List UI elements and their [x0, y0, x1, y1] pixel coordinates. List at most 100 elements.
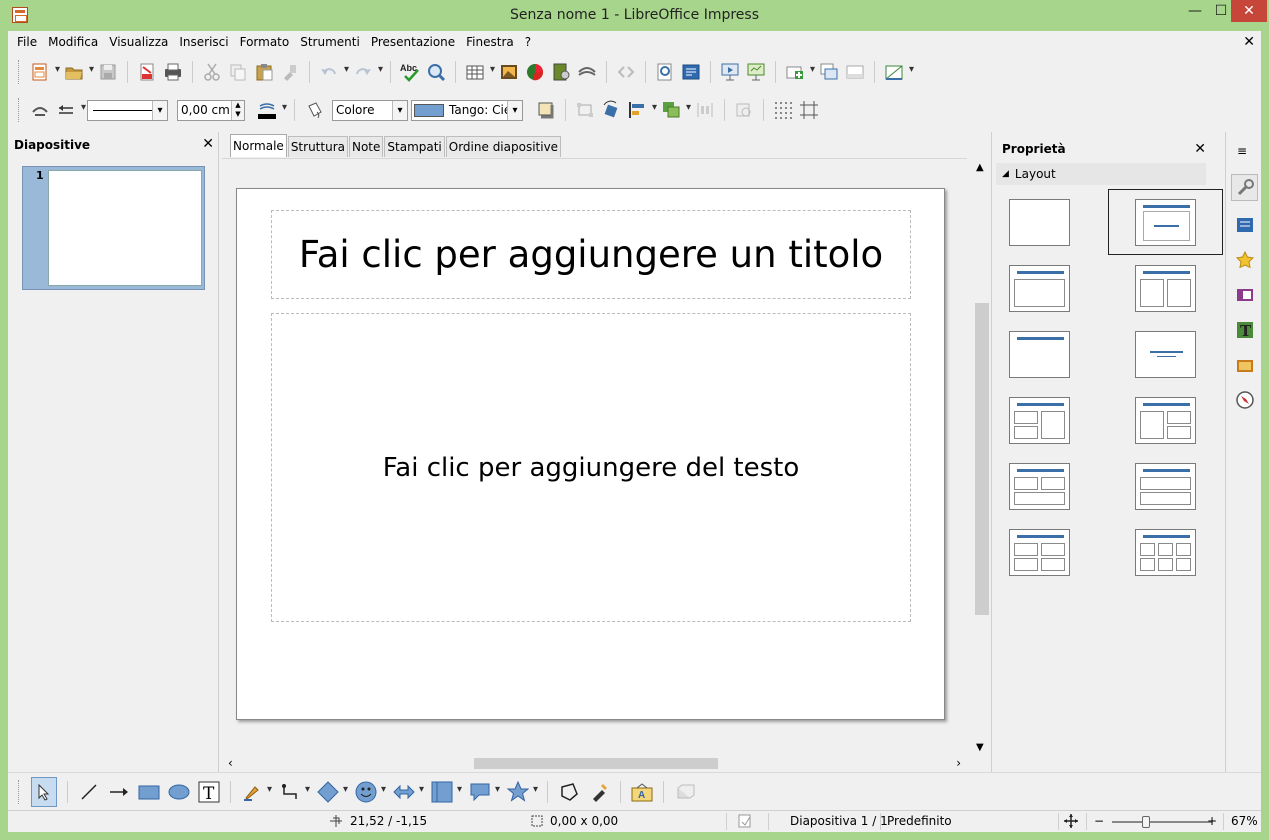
object-visible-icon[interactable] [733, 99, 755, 121]
close-sidebar-button[interactable]: ✕ [1194, 141, 1206, 157]
extrusion-icon[interactable] [674, 781, 696, 803]
tab-stampati[interactable]: Stampati [384, 136, 445, 157]
menu-visualizza[interactable]: Visualizza [109, 35, 168, 49]
presentation-icon[interactable] [680, 61, 702, 83]
properties-icon[interactable] [1231, 174, 1258, 201]
slide-layout-icon[interactable] [844, 61, 866, 83]
gallery-icon[interactable] [1231, 351, 1258, 378]
fontwork-icon[interactable] [576, 61, 598, 83]
toolbar-grip[interactable] [18, 60, 21, 84]
scroll-left-icon[interactable]: ‹ [228, 756, 233, 770]
new-slide-icon[interactable] [784, 61, 815, 83]
custom-animation-icon[interactable] [1231, 246, 1258, 273]
export-pdf-icon[interactable] [136, 61, 158, 83]
tab-note[interactable]: Note [348, 136, 384, 157]
new-icon[interactable] [29, 61, 60, 83]
layout-title-4-content[interactable] [982, 519, 1097, 585]
smiley-icon[interactable] [355, 781, 386, 803]
chart-icon[interactable] [524, 61, 546, 83]
display-grid-icon[interactable] [772, 99, 794, 121]
rectangle-icon[interactable] [138, 781, 160, 803]
zoom-percent[interactable]: 67% [1231, 814, 1258, 828]
image-icon[interactable] [498, 61, 520, 83]
helplines-icon[interactable] [798, 99, 820, 121]
distribute-icon[interactable] [694, 99, 716, 121]
area-color-select[interactable]: Tango: Cie ▾ [411, 99, 523, 121]
line-icon[interactable] [78, 781, 100, 803]
block-arrows-icon[interactable] [393, 781, 424, 803]
scroll-down-icon[interactable]: ▼ [976, 742, 984, 753]
ellipse-icon[interactable] [168, 781, 190, 803]
area-style-select[interactable]: Colore ▾ [332, 99, 408, 121]
sidebar-menu-icon[interactable]: ≡ [1237, 144, 1247, 158]
pen-icon[interactable] [241, 781, 272, 803]
star-icon[interactable] [507, 780, 538, 803]
display-icon[interactable] [745, 61, 767, 83]
layout-title-content[interactable] [982, 255, 1097, 321]
toolbar-grip[interactable] [18, 98, 21, 122]
callout-icon[interactable] [469, 781, 500, 803]
duplicate-slide-icon[interactable] [818, 61, 840, 83]
scroll-right-icon[interactable]: › [956, 756, 961, 770]
spin-arrows-icon[interactable]: ▲ ▼ [231, 100, 244, 120]
master-slides-icon[interactable] [1231, 281, 1258, 308]
zoom-slider-handle[interactable] [1142, 816, 1150, 828]
find-icon[interactable] [654, 61, 676, 83]
layout-section-header[interactable]: ◢ Layout [996, 163, 1206, 185]
menu-help[interactable]: ? [525, 35, 531, 49]
flowchart-icon[interactable] [431, 781, 462, 803]
line-style-select[interactable]: ▾ [87, 99, 168, 121]
horizontal-scroll-thumb[interactable] [474, 758, 718, 769]
menu-formato[interactable]: Formato [240, 35, 290, 49]
arrow-line-icon[interactable] [108, 781, 130, 803]
title-placeholder[interactable]: Fai clic per aggiungere un titolo [271, 210, 911, 299]
fontwork-gallery-icon[interactable]: A [631, 781, 653, 803]
toolbar-grip[interactable] [18, 779, 21, 804]
cut-icon[interactable] [201, 61, 223, 83]
menu-file[interactable]: File [17, 35, 37, 49]
scroll-up-icon[interactable]: ▲ [976, 162, 984, 173]
document-modified-icon[interactable] [738, 814, 752, 828]
tab-struttura[interactable]: Struttura [287, 136, 348, 157]
redo-icon[interactable] [352, 61, 383, 83]
tab-ordine-diapositive[interactable]: Ordine diapositive [445, 136, 562, 157]
undo-icon[interactable] [318, 61, 349, 83]
start-slideshow-icon[interactable] [719, 61, 741, 83]
area-fill-icon[interactable] [303, 99, 325, 121]
table-icon[interactable] [464, 61, 495, 83]
layout-title-6-content[interactable] [1108, 519, 1223, 585]
zoom-slider-track[interactable] [1112, 821, 1212, 823]
slide-transition-icon[interactable] [1231, 211, 1258, 238]
close-slides-pane-button[interactable]: ✕ [202, 136, 214, 152]
layout-blank[interactable] [982, 189, 1097, 255]
menu-presentazione[interactable]: Presentazione [371, 35, 455, 49]
layout-title-2-content[interactable] [1108, 255, 1223, 321]
shadow-icon[interactable] [535, 99, 557, 121]
connector-icon[interactable] [279, 781, 310, 803]
line-width-input[interactable]: 0,00 cm ▲ ▼ [177, 99, 245, 121]
menu-inserisci[interactable]: Inserisci [179, 35, 228, 49]
styles-icon[interactable]: T [1231, 316, 1258, 343]
media-icon[interactable] [550, 61, 572, 83]
zoom-icon[interactable] [425, 61, 447, 83]
grid-icon[interactable] [883, 61, 914, 83]
horizontal-scrollbar[interactable]: ‹ › [222, 755, 967, 771]
menu-finestra[interactable]: Finestra [466, 35, 514, 49]
minimize-button[interactable]: — [1181, 0, 1209, 22]
layout-title-content-2-content[interactable] [1108, 387, 1223, 453]
show-draw-functions-icon[interactable] [29, 99, 51, 121]
select-icon[interactable] [31, 776, 57, 807]
navigator-icon[interactable] [1231, 386, 1258, 413]
arrange-icon[interactable] [660, 99, 691, 121]
layout-title-2-content-over-content[interactable] [982, 453, 1097, 519]
clone-formatting-icon[interactable] [279, 61, 301, 83]
slide[interactable]: Fai clic per aggiungere un titolo Fai cl… [236, 188, 945, 720]
points-edit-icon[interactable] [574, 99, 596, 121]
arrow-style-icon[interactable] [55, 99, 86, 121]
close-window-button[interactable]: ✕ [1231, 0, 1267, 22]
zoom-in-button[interactable]: + [1207, 814, 1217, 828]
layout-title-slide[interactable] [1108, 189, 1223, 255]
menu-modifica[interactable]: Modifica [48, 35, 98, 49]
glue-icon[interactable] [588, 781, 610, 803]
points-icon[interactable] [558, 781, 580, 803]
